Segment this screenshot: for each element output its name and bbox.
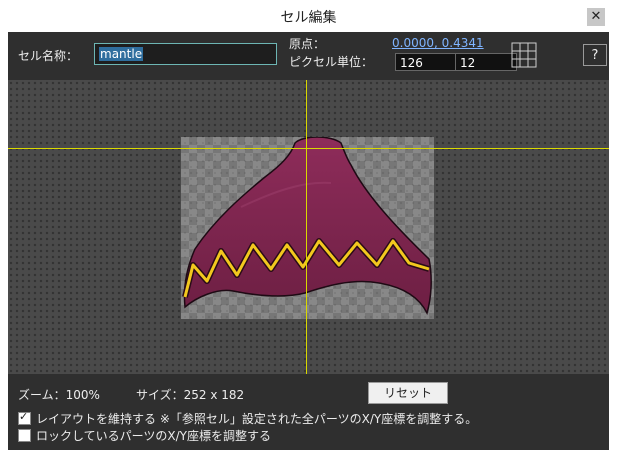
toolbar: セル名称： mantle 原点： 0.0000, 0.4341 ピクセル単位： … (8, 32, 609, 80)
grid-toggle-button[interactable] (511, 42, 537, 68)
pixel-unit-y-input[interactable]: 12 (455, 53, 517, 71)
keep-layout-option[interactable]: レイアウトを維持する ※「参照セル」設定された全パーツのX/Y座標を調整する。 (18, 410, 477, 426)
origin-guide-horizontal (8, 148, 609, 149)
grid-icon (511, 42, 537, 68)
cell-name-input[interactable]: mantle (94, 43, 277, 65)
cell-name-label: セル名称： (18, 49, 79, 63)
zoom-label: ズーム：100% (18, 388, 100, 402)
cell-edit-window: セル編集 ✕ セル名称： mantle 原点： 0.0000, 0.4341 ピ… (0, 0, 617, 458)
title-bar: セル編集 ✕ (0, 0, 617, 32)
mantle-part-image (182, 137, 432, 316)
cell-name-value: mantle (99, 47, 144, 61)
size-label: サイズ：252 x 182 (136, 388, 245, 402)
locked-parts-checkbox[interactable] (18, 429, 31, 442)
dialog-body: セル名称： mantle 原点： 0.0000, 0.4341 ピクセル単位： … (8, 32, 609, 450)
status-panel: ズーム：100% サイズ：252 x 182 リセット レイアウトを維持する ※… (8, 374, 609, 450)
help-button[interactable]: ? (583, 44, 607, 66)
preview-canvas[interactable] (8, 80, 609, 374)
keep-layout-checkbox[interactable] (18, 410, 31, 425)
close-button[interactable]: ✕ (587, 8, 605, 26)
locked-parts-label: ロックしているパーツのX/Y座標を調整する (36, 429, 271, 443)
window-title: セル編集 (280, 10, 337, 26)
close-icon: ✕ (590, 9, 602, 24)
pixel-unit-label: ピクセル単位： (289, 55, 374, 69)
pixel-unit-x-input[interactable]: 126 (395, 53, 457, 71)
origin-link[interactable]: 0.0000, 0.4341 (392, 36, 484, 50)
keep-layout-label: レイアウトを維持する ※「参照セル」設定された全パーツのX/Y座標を調整する。 (36, 412, 478, 426)
origin-guide-vertical (306, 80, 307, 374)
origin-label: 原点： (289, 37, 326, 51)
locked-parts-option[interactable]: ロックしているパーツのX/Y座標を調整する (18, 427, 271, 443)
reset-button[interactable]: リセット (368, 382, 448, 404)
